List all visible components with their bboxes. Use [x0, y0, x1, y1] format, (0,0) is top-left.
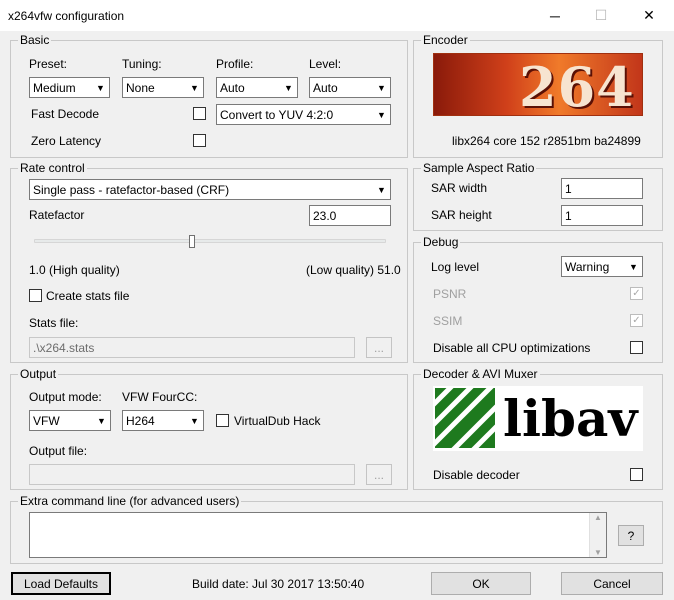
chevron-down-icon: ▼ [190, 82, 199, 93]
extra-command-textarea[interactable] [29, 512, 607, 558]
ratefactor-slider-thumb[interactable] [189, 235, 196, 248]
disable-decoder-label: Disable decoder [433, 468, 520, 482]
close-icon[interactable]: ✕ [626, 0, 672, 31]
fast-decode-checkbox[interactable] [193, 107, 206, 120]
chevron-down-icon: ▼ [377, 184, 386, 195]
sar-height-label: SAR height [431, 208, 492, 222]
debug-group-title: Debug [421, 235, 461, 249]
chevron-down-icon: ▼ [629, 261, 638, 272]
disable-cpu-label: Disable all CPU optimizations [433, 341, 591, 355]
level-label: Level: [309, 57, 342, 71]
scroll-up-icon[interactable]: ▲ [594, 513, 602, 522]
tuning-label: Tuning: [122, 57, 162, 71]
title-bar: x264vfw configuration ─ ☐ ✕ [0, 0, 674, 31]
minimize-icon[interactable]: ─ [532, 0, 578, 31]
cancel-button[interactable]: Cancel [561, 572, 663, 595]
libav-logo: libav [433, 386, 643, 451]
output-group-title: Output [18, 367, 59, 381]
chevron-down-icon: ▼ [284, 82, 293, 93]
scroll-down-icon[interactable]: ▼ [594, 548, 602, 557]
maximize-icon: ☐ [594, 7, 608, 23]
chevron-down-icon: ▼ [377, 109, 386, 120]
help-button[interactable]: ? [618, 525, 644, 546]
rate-mode-select[interactable]: Single pass - ratefactor-based (CRF) ▼ [29, 179, 391, 200]
stats-file-input: .\x264.stats [29, 337, 355, 358]
psnr-label: PSNR [433, 287, 467, 301]
sar-group-title: Sample Aspect Ratio [421, 161, 537, 175]
ssim-checkbox: ✓ [630, 314, 643, 327]
log-level-select[interactable]: Warning ▼ [561, 256, 643, 277]
zero-latency-checkbox[interactable] [193, 134, 206, 147]
psnr-checkbox: ✓ [630, 287, 643, 300]
profile-label: Profile: [216, 57, 254, 71]
convert-select[interactable]: Convert to YUV 4:2:0 ▼ [216, 104, 391, 125]
build-date: Build date: Jul 30 2017 13:50:40 [192, 577, 365, 591]
ratefactor-input[interactable]: 23.0 [309, 205, 391, 226]
level-select[interactable]: Auto ▼ [309, 77, 391, 98]
preset-select[interactable]: Medium ▼ [29, 77, 110, 98]
disable-cpu-checkbox[interactable] [630, 341, 643, 354]
encoder-version: libx264 core 152 r2851bm ba24899 [452, 134, 641, 148]
load-defaults-button[interactable]: Load Defaults [11, 572, 111, 595]
rate-control-group-title: Rate control [18, 161, 87, 175]
chevron-down-icon: ▼ [96, 82, 105, 93]
extra-scrollbar[interactable]: ▲ ▼ [589, 513, 606, 557]
output-mode-select[interactable]: VFW ▼ [29, 410, 111, 431]
virtualdub-hack-label: VirtualDub Hack [234, 414, 321, 428]
disable-decoder-checkbox[interactable] [630, 468, 643, 481]
tuning-select[interactable]: None ▼ [122, 77, 204, 98]
output-file-input [29, 464, 355, 485]
window-title: x264vfw configuration [8, 9, 125, 23]
extra-group-title: Extra command line (for advanced users) [18, 494, 242, 508]
check-icon: ✓ [632, 315, 641, 326]
create-stats-checkbox[interactable] [29, 289, 42, 302]
fourcc-label: VFW FourCC: [122, 390, 198, 404]
sar-height-input[interactable]: 1 [561, 205, 643, 226]
profile-select[interactable]: Auto ▼ [216, 77, 298, 98]
libav-logo-text: libav [503, 389, 638, 448]
decoder-group-title: Decoder & AVI Muxer [421, 367, 540, 381]
preset-label: Preset: [29, 57, 68, 71]
stats-browse-button: ... [366, 337, 392, 358]
ssim-label: SSIM [433, 314, 463, 328]
output-browse-button: ... [366, 464, 392, 485]
ok-button[interactable]: OK [431, 572, 531, 595]
output-mode-label: Output mode: [29, 390, 102, 404]
create-stats-label: Create stats file [46, 289, 130, 303]
chevron-down-icon: ▼ [377, 82, 386, 93]
log-level-label: Log level [431, 260, 480, 274]
libav-mark-icon [435, 388, 497, 448]
x264-logo: 264 [433, 53, 643, 116]
zero-latency-label: Zero Latency [31, 134, 102, 148]
virtualdub-hack-checkbox[interactable] [216, 414, 229, 427]
low-quality-label: (Low quality) 51.0 [306, 263, 401, 277]
sar-width-input[interactable]: 1 [561, 178, 643, 199]
check-icon: ✓ [632, 288, 641, 299]
ratefactor-label: Ratefactor [29, 208, 85, 222]
basic-group-title: Basic [18, 33, 52, 47]
stats-file-label: Stats file: [29, 316, 79, 330]
encoder-group-title: Encoder [421, 33, 470, 47]
ratefactor-slider-track[interactable] [34, 239, 386, 243]
chevron-down-icon: ▼ [190, 415, 199, 426]
output-file-label: Output file: [29, 444, 88, 458]
fourcc-select[interactable]: H264 ▼ [122, 410, 204, 431]
high-quality-label: 1.0 (High quality) [29, 263, 120, 277]
sar-width-label: SAR width [431, 181, 488, 195]
chevron-down-icon: ▼ [97, 415, 106, 426]
fast-decode-label: Fast Decode [31, 107, 100, 121]
